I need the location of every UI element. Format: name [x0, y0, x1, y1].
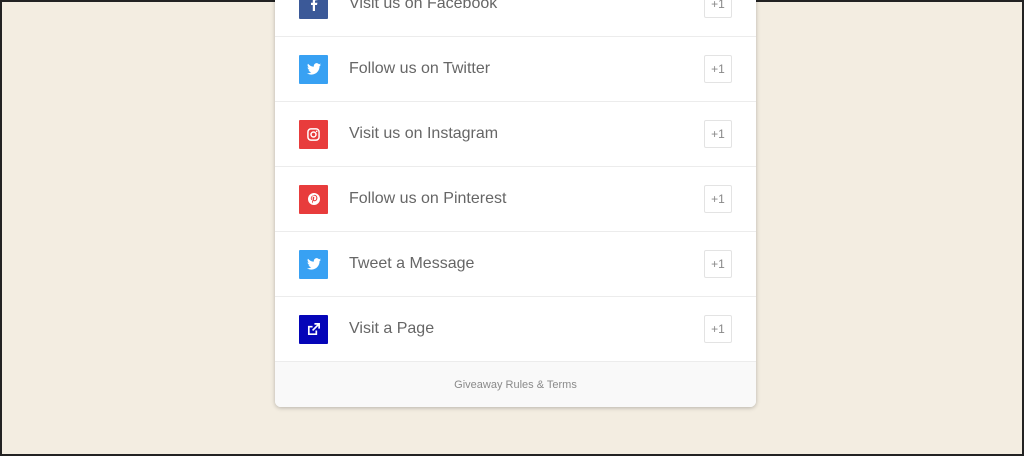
entry-label: Visit a Page — [349, 320, 435, 337]
points-badge: +1 — [704, 315, 732, 343]
entry-label: Visit us on Facebook — [349, 0, 498, 12]
entry-visit-page[interactable]: Visit a Page +1 — [275, 297, 756, 362]
entry-instagram[interactable]: Visit us on Instagram +1 — [275, 102, 756, 167]
entry-facebook[interactable]: Visit us on Facebook +1 — [275, 0, 756, 37]
widget-footer: Giveaway Rules & Terms — [275, 362, 756, 407]
points-badge: +1 — [704, 55, 732, 83]
entry-label: Visit us on Instagram — [349, 125, 499, 142]
points-badge: +1 — [704, 185, 732, 213]
rules-terms-link[interactable]: Giveaway Rules & Terms — [454, 379, 577, 391]
entry-label: Follow us on Pinterest — [349, 190, 507, 207]
points-badge: +1 — [704, 120, 732, 148]
points-badge: +1 — [704, 0, 732, 18]
external-link-icon — [299, 314, 328, 344]
instagram-icon — [299, 119, 328, 149]
pinterest-icon — [299, 184, 328, 214]
entry-label: Tweet a Message — [349, 255, 475, 272]
facebook-icon — [299, 0, 328, 19]
twitter-icon — [299, 249, 328, 279]
entry-tweet-message[interactable]: Tweet a Message +1 — [275, 232, 756, 297]
entry-pinterest[interactable]: Follow us on Pinterest +1 — [275, 167, 756, 232]
giveaway-widget: Visit us on Facebook +1 Follow us on Twi… — [275, 0, 756, 407]
entry-label: Follow us on Twitter — [349, 60, 491, 77]
points-badge: +1 — [704, 250, 732, 278]
entry-twitter-follow[interactable]: Follow us on Twitter +1 — [275, 37, 756, 102]
twitter-icon — [299, 54, 328, 84]
